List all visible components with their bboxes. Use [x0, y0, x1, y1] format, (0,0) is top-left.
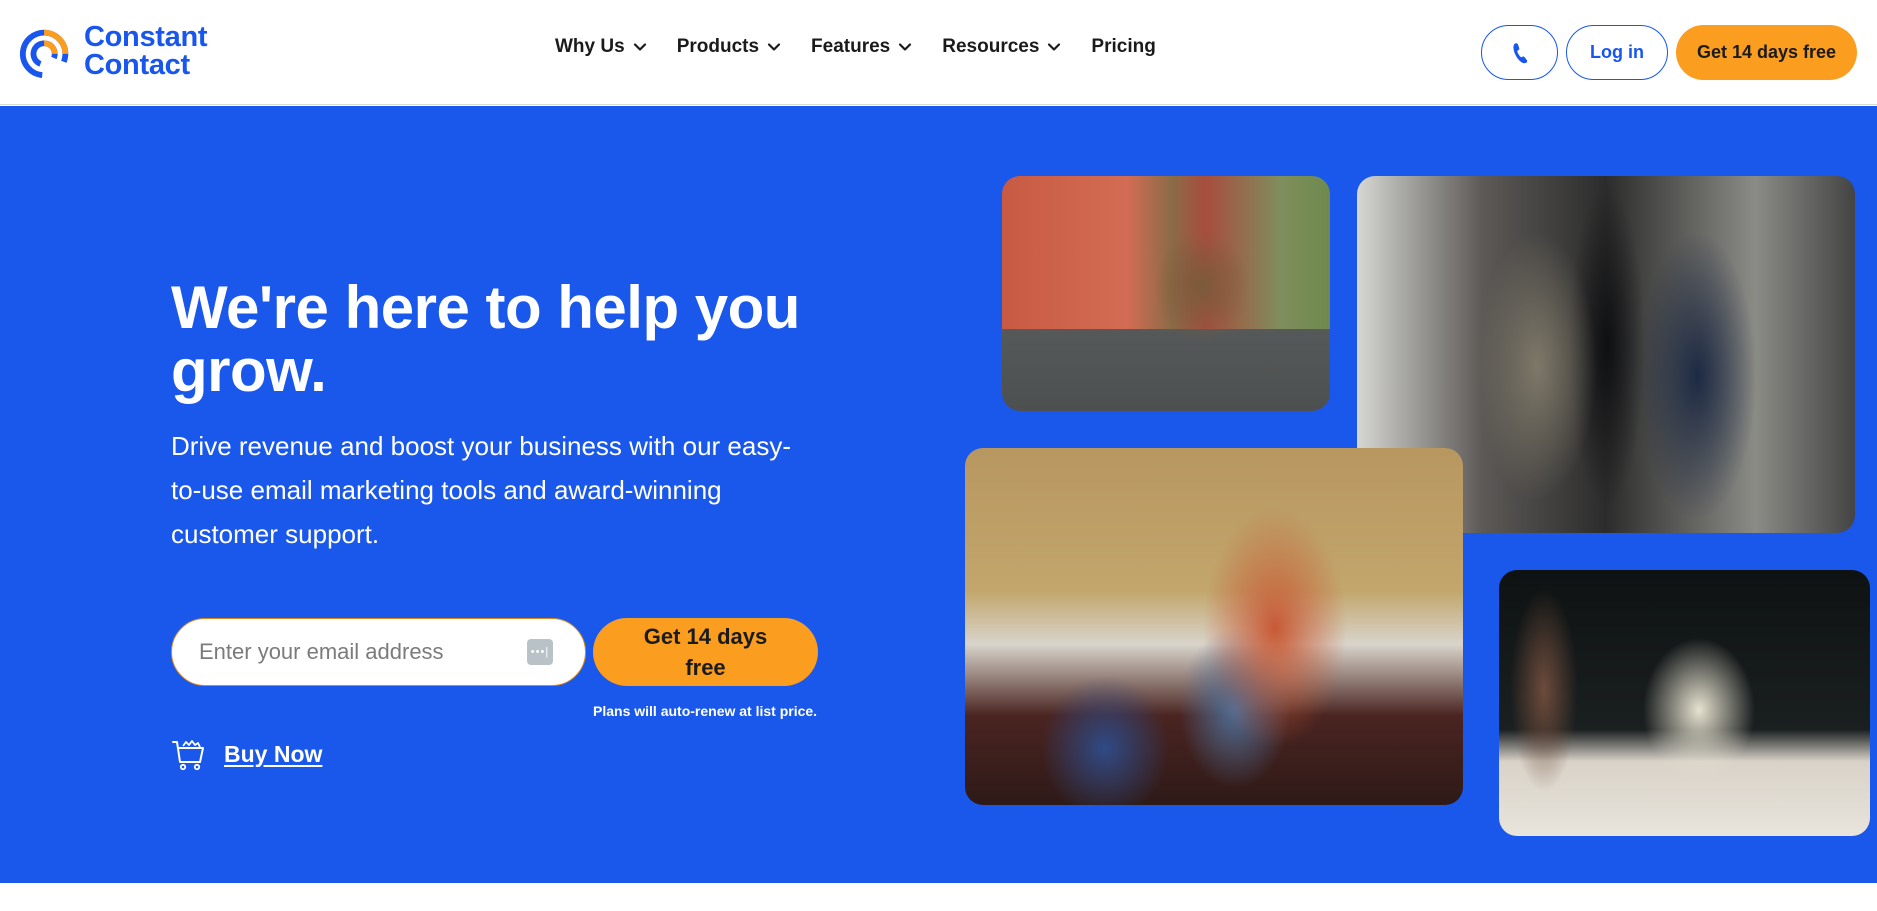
site-header: Constant Contact Why Us Products Feature… [0, 0, 1877, 105]
password-manager-icon[interactable]: •••| [527, 639, 553, 665]
buy-now-link[interactable]: Buy Now [171, 736, 322, 772]
nav-why-us[interactable]: Why Us [555, 36, 647, 58]
nav-features[interactable]: Features [811, 36, 912, 58]
nav-label: Resources [942, 36, 1040, 57]
nav-label: Features [811, 36, 891, 57]
shopping-cart-icon [172, 740, 204, 771]
auto-renew-disclaimer: Plans will auto-renew at list price. [593, 703, 818, 719]
header-free-trial-button[interactable]: Get 14 days free [1676, 25, 1857, 80]
baker-photo [1499, 570, 1870, 836]
logo-line-1: Constant [84, 21, 208, 53]
logo-wordmark: Constant Contact [84, 21, 208, 81]
nav-label: Products [676, 36, 760, 57]
buy-now-label: Buy Now [224, 740, 323, 767]
phone-icon [1512, 42, 1527, 63]
logo-line-2: Contact [84, 49, 190, 81]
hero-section: We're here to help you grow. Drive reven… [0, 106, 1877, 883]
chevron-down-icon [767, 43, 781, 51]
chevron-down-icon [633, 43, 646, 51]
main-nav: Why Us Products Features Resources Prici… [555, 36, 1156, 58]
barber-photo [965, 448, 1463, 805]
header-actions: Log in Get 14 days free [1481, 25, 1857, 80]
email-field-wrapper: •••| [171, 618, 586, 686]
hero-free-trial-button[interactable]: Get 14 days free [593, 618, 818, 686]
login-button[interactable]: Log in [1566, 25, 1668, 80]
nav-resources[interactable]: Resources [942, 36, 1061, 58]
chevron-down-icon [899, 43, 912, 51]
nav-pricing[interactable]: Pricing [1091, 36, 1155, 58]
email-input[interactable] [199, 639, 499, 665]
nav-label: Pricing [1091, 36, 1156, 57]
chevron-down-icon [1048, 43, 1061, 51]
phone-button[interactable] [1481, 25, 1558, 80]
logo-link[interactable]: Constant Contact [18, 21, 208, 81]
hero-subtitle: Drive revenue and boost your business wi… [171, 431, 791, 549]
nav-label: Why Us [555, 36, 625, 57]
constant-contact-logo-icon [19, 29, 69, 79]
hero-title: We're here to help you grow. [171, 274, 800, 404]
truck-farmer-photo [1002, 176, 1330, 411]
nav-products[interactable]: Products [677, 36, 781, 58]
